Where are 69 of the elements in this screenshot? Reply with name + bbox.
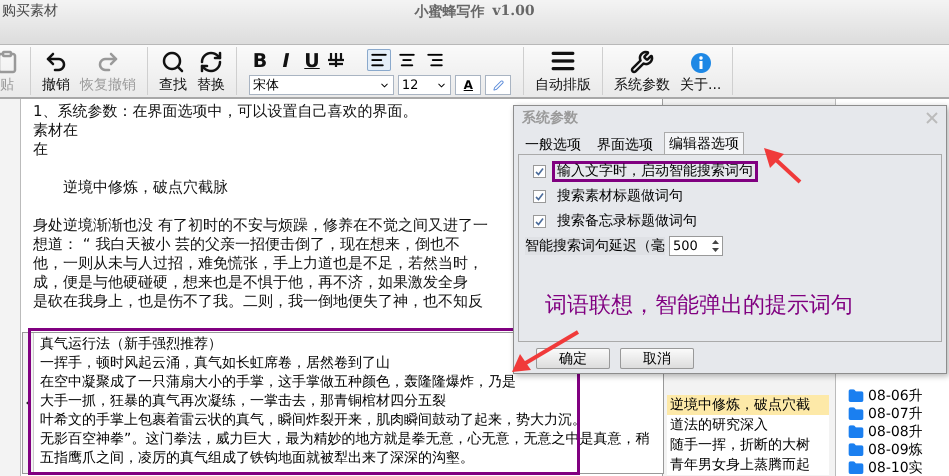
tree-item[interactable]: 08-09炼 <box>868 441 923 459</box>
replace-icon <box>199 50 223 74</box>
folder-icon <box>848 388 864 404</box>
suggestion-item[interactable]: 叶希文的手掌上包裹着雷云状的真气，瞬间炸裂开来，肌肉瞬间鼓动了起来，势大力沉。 <box>40 411 586 430</box>
tree-item[interactable]: 08-10实 <box>868 459 923 476</box>
delay-spinner[interactable]: 500 <box>669 236 723 256</box>
folder-icon <box>848 424 864 440</box>
annotation-arrow <box>764 148 802 184</box>
delay-label: 智能搜索词句延迟（毫 <box>525 237 665 255</box>
buy-material-link[interactable]: 购买素材 <box>2 2 58 20</box>
toolbar-button[interactable]: 替换 <box>192 45 230 97</box>
highlight-button[interactable] <box>485 75 512 95</box>
dialog-tab[interactable]: 一般选项 <box>520 134 586 154</box>
settings-button[interactable]: 系统参数 <box>609 45 675 97</box>
option-label: 输入文字时，启动智能搜索词句 <box>552 161 758 182</box>
editor-line: 身处逆境渐渐也没 有了初时的不安与烦躁，修养在不觉之间又进了一 <box>33 216 488 235</box>
cancel-button[interactable]: 取消 <box>620 348 694 369</box>
about-button[interactable]: 关于... <box>675 45 726 97</box>
toolbar-button[interactable]: 查找 <box>154 45 192 97</box>
auto-layout-button[interactable]: 自动排版 <box>530 45 596 97</box>
format-button[interactable]: B <box>249 50 271 70</box>
toolbar-button[interactable]: 撤销 <box>37 45 75 97</box>
font-color-button[interactable]: A <box>455 75 482 95</box>
undo-icon <box>44 50 68 74</box>
info-icon <box>690 52 712 74</box>
checkbox[interactable] <box>533 165 546 178</box>
suggestion-item[interactable]: 五指鹰爪之间，凌厉的真气组成了铁钩地面就被犁出来了深深的沟壑。 <box>40 449 474 468</box>
strikethrough-icon[interactable] <box>327 51 345 69</box>
chapter-title: 逆境中修炼，破点穴截脉 <box>63 178 228 197</box>
suggestion-item[interactable]: 在空中凝聚成了一只蒲扇大小的手掌，这手掌做五种颜色，轰隆隆爆炸，乃是 <box>40 373 516 392</box>
font-select[interactable]: 宋体 <box>249 75 394 95</box>
editor-line: 是砍在我身上，也是伤不了我。二则，我一倒地便失了神，也不知反 <box>33 292 483 311</box>
editor-line: 1、系统参数：在界面选项中，可以设置自己喜欢的界面。 <box>33 102 418 121</box>
ok-button[interactable]: 确定 <box>536 348 610 369</box>
dialog-tab[interactable]: 界面选项 <box>592 134 658 154</box>
search-icon <box>161 50 185 74</box>
suggestion-item[interactable]: 真气运行法（新手强烈推荐） <box>40 335 222 354</box>
spinner-arrows-icon[interactable] <box>712 239 719 253</box>
outline-item[interactable]: 逆境中修炼，破点穴截 <box>667 395 829 415</box>
pen-icon <box>492 80 504 90</box>
editor-line: 想道： “ 我白天被小 芸的父亲一招便击倒了，现在想来，倒也不 <box>33 235 460 254</box>
clipboard-icon <box>0 50 19 74</box>
outline-item[interactable]: 道法的研究深入 <box>667 415 829 435</box>
editor-line: 素材在 <box>33 121 78 140</box>
folder-icon <box>848 460 864 476</box>
folder-icon <box>848 442 864 458</box>
tree-item[interactable]: 08-07升 <box>868 405 923 423</box>
editor-line: 他，一则从未与人过招，难免慌张，手上力道也是不足，若然当时， <box>33 254 483 273</box>
window-title: 小蜜蜂写作 <box>414 3 484 21</box>
outline-item[interactable]: 青年男女身上蒸腾而起 <box>667 455 829 475</box>
suggestion-item[interactable]: 一挥手，顿时风起云涌，真气如长虹席卷，居然卷到了山 <box>40 354 390 373</box>
align-left-button[interactable] <box>367 49 391 71</box>
redo-icon <box>96 50 120 74</box>
checkbox[interactable] <box>533 190 546 203</box>
outline-item[interactable]: 随手一挥，折断的大树 <box>667 435 829 455</box>
tree-item[interactable]: 08-08升 <box>868 423 923 441</box>
size-select[interactable]: 12 <box>398 75 452 95</box>
format-button[interactable]: I <box>275 50 297 70</box>
folder-icon <box>848 406 864 422</box>
editor-line: 成，便是与他硬碰硬，想来也是不惧于他，再不济，如果激发全身 <box>33 273 468 292</box>
dialog-title: 系统参数 <box>522 109 578 127</box>
version-text: v1.00 <box>492 3 535 21</box>
suggestion-item[interactable]: 大手一抓，狂暴的真气再次凝练，一掌击去，那青铜棺材四分五裂 <box>40 392 446 411</box>
dialog-tab[interactable]: 编辑器选项 <box>664 132 744 154</box>
tree-item[interactable]: 08-06升 <box>868 387 923 405</box>
checkbox[interactable] <box>533 215 546 228</box>
format-button[interactable]: U <box>301 50 323 70</box>
tools-icon <box>630 50 654 74</box>
editor-line: 在 <box>33 140 48 159</box>
